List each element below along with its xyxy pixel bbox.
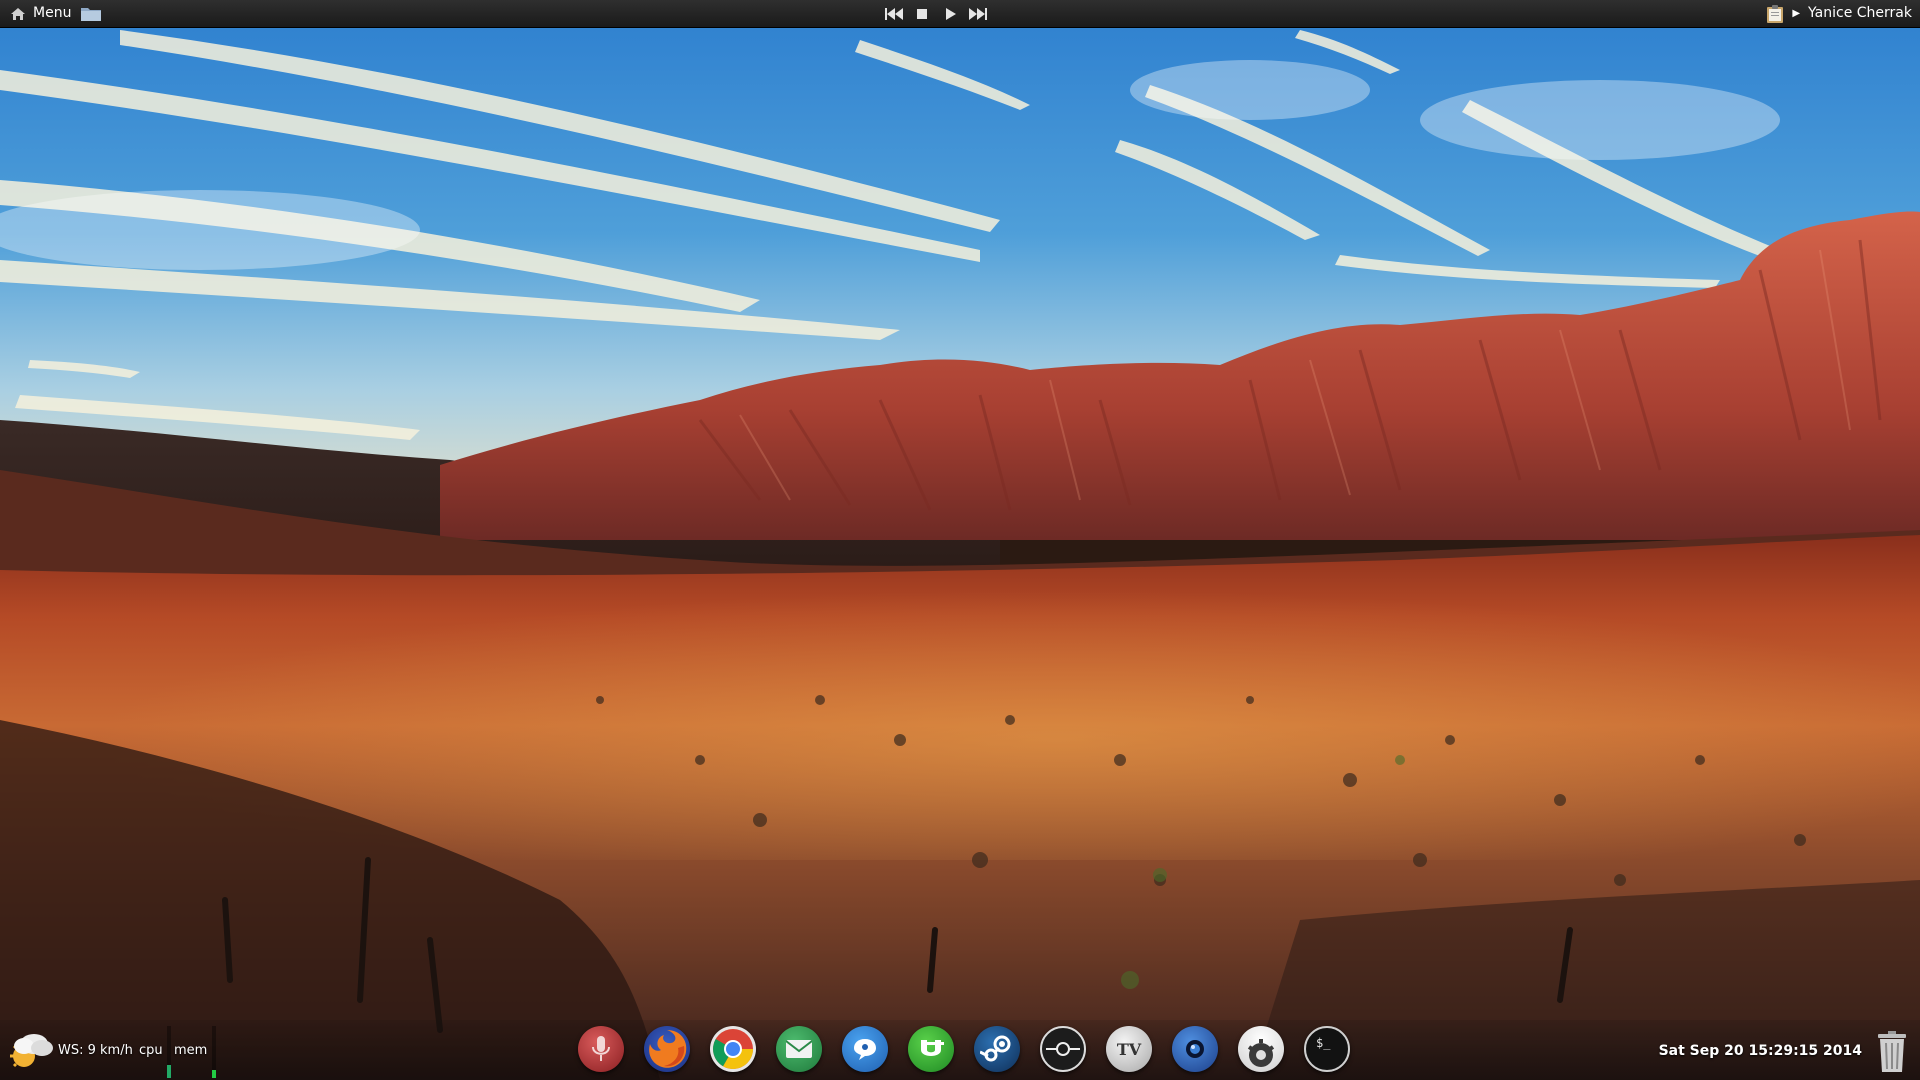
disk-icon[interactable] (1040, 1026, 1086, 1072)
chrome-icon[interactable] (710, 1026, 756, 1072)
terminal-icon[interactable]: $_ (1304, 1026, 1350, 1072)
mem-label: mem (174, 1043, 208, 1058)
play-icon[interactable] (940, 6, 960, 22)
user-name: Yanice Cherrak (1808, 5, 1912, 21)
cloud-gear-icon[interactable] (1238, 1026, 1284, 1072)
clock[interactable]: Sat Sep 20 15:29:15 2014 (1659, 1043, 1862, 1059)
menu-label: Menu (33, 5, 72, 21)
trash-icon[interactable] (1876, 1030, 1908, 1074)
top-panel: Menu ▶ Yanice Cherrak (0, 0, 1920, 28)
next-icon[interactable] (968, 6, 988, 22)
terminal-label: $_ (1316, 1036, 1331, 1050)
previous-icon[interactable] (884, 6, 904, 22)
mem-meter-fill (212, 1070, 216, 1078)
clipboard-icon[interactable] (1766, 4, 1784, 24)
menu-button[interactable]: Menu (4, 0, 77, 27)
utorrent-icon[interactable] (908, 1026, 954, 1072)
home-icon (11, 7, 25, 20)
folder-icon[interactable] (80, 5, 102, 22)
application-dock: TV $_ (578, 1026, 1350, 1076)
chat-icon[interactable] (842, 1026, 888, 1072)
weather-icon[interactable] (6, 1026, 56, 1072)
tv-label: TV (1116, 1039, 1142, 1059)
firefox-icon[interactable] (644, 1026, 690, 1072)
camera-icon[interactable] (1172, 1026, 1218, 1072)
user-menu[interactable]: ▶ Yanice Cherrak (1766, 0, 1912, 27)
mem-meter (212, 1026, 216, 1078)
arrow-right-icon: ▶ (1792, 8, 1801, 19)
steam-icon[interactable] (974, 1026, 1020, 1072)
mail-icon[interactable] (776, 1026, 822, 1072)
audio-recorder-icon[interactable] (578, 1026, 624, 1072)
media-controls (884, 0, 988, 27)
desktop-wallpaper (0, 0, 1920, 1080)
cpu-meter (167, 1026, 171, 1078)
tv-icon[interactable]: TV (1106, 1026, 1152, 1072)
wind-speed-text: WS: 9 km/h (58, 1043, 133, 1058)
cpu-label: cpu (139, 1043, 163, 1058)
stop-icon[interactable] (912, 6, 932, 22)
cpu-meter-fill (167, 1065, 171, 1078)
